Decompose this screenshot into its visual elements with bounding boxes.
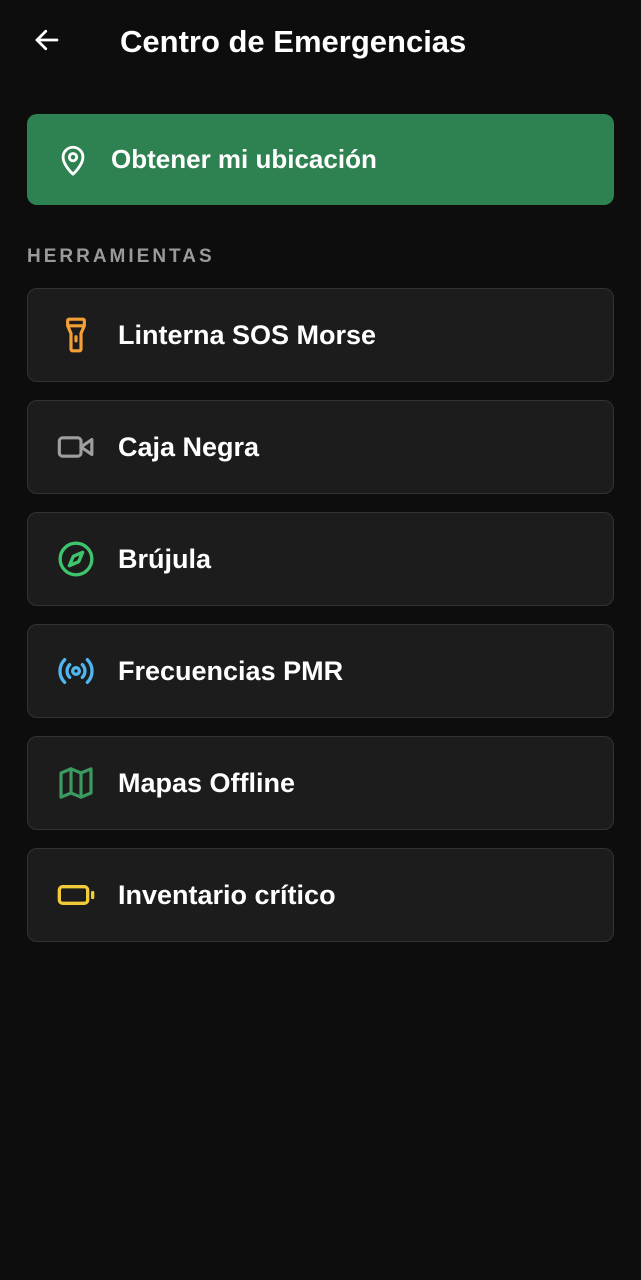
section-title-tools: HERRAMIENTAS (27, 246, 215, 267)
compass-icon (54, 537, 98, 581)
tool-label: Caja Negra (118, 431, 260, 462)
back-button[interactable] (24, 20, 70, 60)
map-icon (54, 761, 98, 805)
battery-icon (54, 873, 98, 917)
tools-list: Linterna SOS Morse Caja Negra Brújula Fr… (27, 288, 614, 960)
tool-label: Brújula (118, 543, 212, 574)
tool-pmr-frequencies[interactable]: Frecuencias PMR (27, 624, 614, 718)
tool-flashlight-sos-morse[interactable]: Linterna SOS Morse (27, 288, 614, 382)
get-location-button[interactable]: Obtener mi ubicación (27, 114, 614, 205)
tool-label: Frecuencias PMR (118, 655, 344, 686)
tool-critical-inventory[interactable]: Inventario crítico (27, 848, 614, 942)
map-pin-icon (55, 142, 91, 178)
video-camera-icon (54, 425, 98, 469)
tool-black-box[interactable]: Caja Negra (27, 400, 614, 494)
tool-offline-maps[interactable]: Mapas Offline (27, 736, 614, 830)
radio-broadcast-icon (54, 649, 98, 693)
app-bar: Centro de Emergencias (0, 0, 641, 84)
page-title: Centro de Emergencias (120, 24, 467, 59)
flashlight-icon (54, 313, 98, 357)
tool-label: Mapas Offline (118, 767, 296, 798)
tool-label: Linterna SOS Morse (118, 319, 377, 350)
tool-compass[interactable]: Brújula (27, 512, 614, 606)
tool-label: Inventario crítico (118, 879, 336, 910)
get-location-label: Obtener mi ubicación (111, 144, 377, 174)
arrow-left-icon (32, 25, 62, 55)
